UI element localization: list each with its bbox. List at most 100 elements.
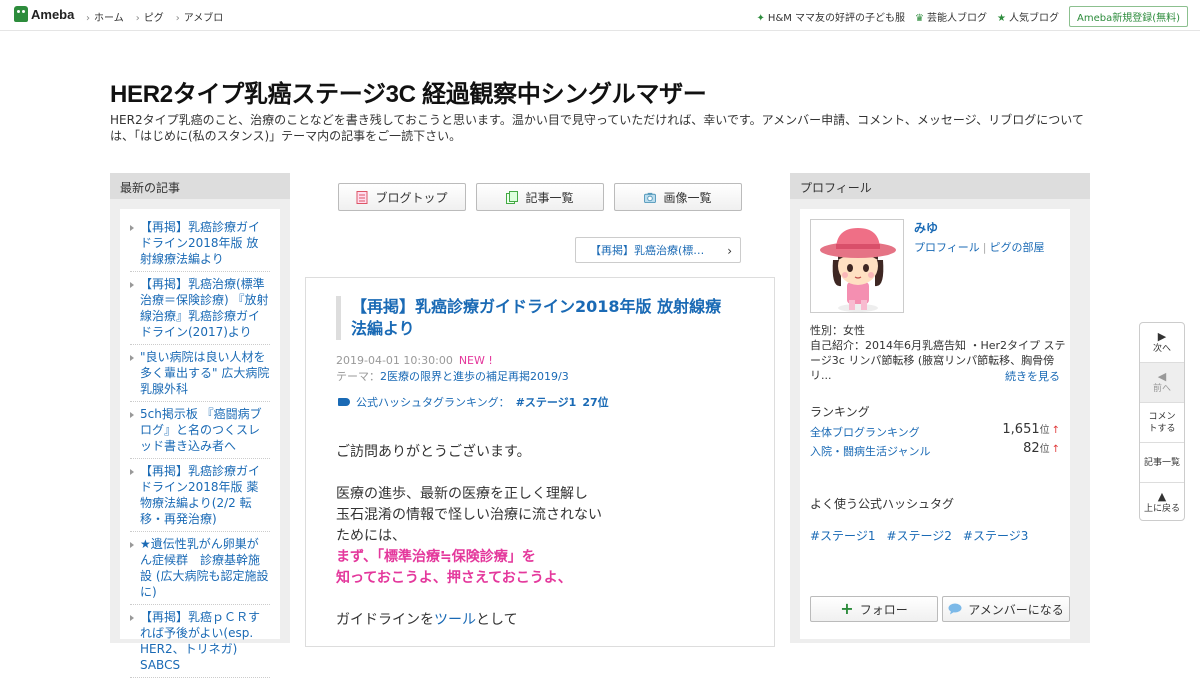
list-item[interactable]: 【再掲】乳癌ｐＣＲすれば予後がよい(esp. HER2、トリネガ) SABCS — [130, 605, 270, 678]
blog-top-button[interactable]: ブログトップ — [338, 183, 466, 211]
next-label: 次へ — [1152, 343, 1171, 354]
ranking-overall-link[interactable]: 全体ブログランキング — [810, 426, 920, 439]
body-line: 玉石混淆の情報で怪しい治療に流されない — [336, 507, 602, 523]
chevron-right-icon: › — [727, 244, 732, 258]
profile-gender: 性別：女性 — [810, 324, 865, 337]
star-icon: ★ — [997, 13, 1006, 24]
entry-date: 2019-04-01 10:30:00 — [336, 354, 453, 367]
profile-heading: プロフィール — [790, 173, 1090, 199]
ranking-value: 1,651位 ↑ — [1002, 421, 1060, 437]
hashtag-link[interactable]: #ステージ1 — [810, 527, 875, 544]
prev-button[interactable]: ◀ 前へ — [1140, 363, 1184, 403]
popular-blog-label: 人気ブログ — [1008, 13, 1059, 24]
nav-home-link[interactable]: ホーム — [86, 9, 124, 24]
celebrity-blog-link[interactable]: ♛ 芸能人ブログ — [915, 9, 987, 24]
list-item[interactable]: 【再掲】乳癌診療ガイドライン2018年版 薬物療法編より(2/2 転移・再発治療… — [130, 459, 270, 532]
global-nav: ホーム ピグ アメブロ — [86, 9, 223, 24]
amember-button[interactable]: アメンバーになる — [942, 596, 1070, 622]
logo-text: Ameba — [31, 6, 75, 22]
rank-up-icon: ↑ — [1051, 444, 1060, 455]
entry-list-nav-label: 記事一覧 — [1143, 457, 1180, 468]
body-line: ご訪問ありがとうございます。 — [336, 444, 531, 460]
recent-entry-link[interactable]: 【再掲】乳癌診療ガイドライン2018年版 放射線療法編より — [140, 220, 260, 266]
hashtag-ranking[interactable]: 公式ハッシュタグランキング： #ステージ1 27位 — [338, 394, 609, 410]
list-item[interactable]: ★遺伝性乳がん卵巣がん症候群 診療基幹施設 (広大病院も認定施設に) — [130, 532, 270, 605]
nav-pig-link[interactable]: ピグ — [136, 9, 164, 24]
separator: | — [982, 241, 987, 254]
camera-icon — [644, 192, 657, 203]
play-icon: ▶ — [1157, 329, 1167, 343]
list-item[interactable]: 5ch掲示板 『癌闘病ブログ』と名のつくスレッド書き込み者へ — [130, 402, 270, 459]
read-more-link[interactable]: 続きを見る — [1005, 368, 1060, 384]
floating-nav: ▶ 次へ ◀ 前へ コメントする 記事一覧 ▲ 上に戻る — [1139, 322, 1185, 521]
follow-button[interactable]: + フォロー — [810, 596, 938, 622]
recent-entry-link[interactable]: 【再掲】乳癌診療ガイドライン2018年版 薬物療法編より(2/2 転移・再発治療… — [140, 464, 260, 526]
entry-list-nav-button[interactable]: 記事一覧 — [1140, 443, 1184, 483]
profile-links: プロフィール | ピグの部屋 — [914, 239, 1045, 255]
entry-article: 【再掲】乳癌診療ガイドライン2018年版 放射線療法編より 2019-04-01… — [305, 277, 775, 647]
ameba-logo[interactable]: Ameba — [14, 6, 74, 22]
recent-entry-link[interactable]: "良い病院は良い人材を多く輩出する" 広大病院乳腺外科 — [140, 350, 269, 396]
back-to-top-button[interactable]: ▲ 上に戻る — [1140, 483, 1184, 520]
image-list-button[interactable]: 画像一覧 — [614, 183, 742, 211]
ranking-genre-link[interactable]: 入院・闘病生活ジャンル — [810, 445, 930, 458]
comment-label: コメントする — [1148, 411, 1176, 434]
list-item[interactable]: 【再掲】乳癌治療(標準治療＝保険診療) 『放射線治療』乳癌診療ガイドライン(20… — [130, 272, 270, 345]
hashtag-link[interactable]: #ステージ3 — [963, 527, 1028, 544]
nav-ameblo-link[interactable]: アメブロ — [176, 9, 224, 24]
hashtag-name: #ステージ1 — [515, 396, 577, 409]
recent-entry-link[interactable]: 【再掲】乳癌治療(標準治療＝保険診療) 『放射線治療』乳癌診療ガイドライン(20… — [140, 277, 269, 339]
hashtag-list: #ステージ1 #ステージ2 #ステージ3 — [810, 527, 1028, 544]
image-list-label: 画像一覧 — [663, 190, 712, 205]
entry-list-button[interactable]: 記事一覧 — [476, 183, 604, 211]
popular-blog-link[interactable]: ★ 人気ブログ — [997, 9, 1059, 24]
up-arrow-icon: ▲ — [1157, 490, 1167, 503]
tool-link[interactable]: ツール — [434, 612, 476, 628]
recent-entries-box: 【再掲】乳癌診療ガイドライン2018年版 放射線療法編より 【再掲】乳癌治療(標… — [120, 209, 280, 678]
plus-icon: + — [840, 599, 854, 618]
blog-title[interactable]: HER2タイプ乳癌ステージ3C 経過観察中シングルマザー — [110, 74, 707, 109]
sparkle-icon: ✦ — [756, 13, 765, 24]
tag-icon — [338, 398, 350, 406]
recent-entry-link[interactable]: ★遺伝性乳がん卵巣がん症候群 診療基幹施設 (広大病院も認定施設に) — [140, 537, 269, 599]
entry-meta: 2019-04-01 10:30:00 NEW ! テーマ：2医療の限界と進歩の補… — [336, 353, 569, 385]
recent-entry-link[interactable]: 【再掲】乳癌ｐＣＲすれば予後がよい(esp. HER2、トリネガ) SABCS — [140, 610, 260, 672]
next-button[interactable]: ▶ 次へ — [1140, 323, 1184, 363]
ranking-title: ランキング — [810, 405, 870, 419]
previous-entry-link[interactable]: 【再掲】乳癌治療(標… › — [575, 237, 741, 263]
follow-label: フォロー — [859, 602, 908, 617]
list-item[interactable]: 【再掲】乳癌診療ガイドライン2018年版 放射線療法編より — [130, 215, 270, 272]
profile-box: みゆ プロフィール | ピグの部屋 性別：女性 自己紹介：2014年6月乳癌告知 ・… — [800, 209, 1070, 639]
recent-entries-heading: 最新の記事 — [110, 173, 290, 199]
body-line: ためには、 — [336, 528, 406, 544]
entry-title[interactable]: 【再掲】乳癌診療ガイドライン2018年版 放射線療法編より — [336, 296, 736, 340]
theme-label: テーマ： — [336, 370, 380, 383]
recent-entry-link[interactable]: 5ch掲示板 『癌闘病ブログ』と名のつくスレッド書き込み者へ — [140, 407, 262, 453]
promo-link[interactable]: ✦ H&M ママ友の好評の子ども服 — [757, 9, 906, 24]
ranking-row: 入院・闘病生活ジャンル 82位 ↑ — [810, 441, 1060, 459]
previous-entry-label: 【再掲】乳癌治療(標… — [590, 244, 705, 257]
recent-entries-panel: 最新の記事 【再掲】乳癌診療ガイドライン2018年版 放射線療法編より 【再掲】… — [110, 173, 290, 678]
blog-description: HER2タイプ乳癌のこと、治療のことなどを書き残しておこうと思います。温かい目で… — [110, 113, 1084, 143]
amember-label: アメンバーになる — [968, 602, 1064, 617]
avatar[interactable] — [810, 219, 904, 313]
pig-room-link[interactable]: ピグの部屋 — [990, 241, 1045, 254]
back-to-top-label: 上に戻る — [1143, 504, 1180, 514]
comment-button[interactable]: コメントする — [1140, 403, 1184, 443]
list-item[interactable]: "良い病院は良い人材を多く輩出する" 広大病院乳腺外科 — [130, 345, 270, 402]
register-button[interactable]: Ameba新規登録(無料) — [1068, 6, 1188, 27]
theme-link[interactable]: 2医療の限界と進歩の補足再掲2019/3 — [380, 370, 569, 383]
ameba-logo-icon — [14, 6, 28, 22]
header-right-links: ✦ H&M ママ友の好評の子ども服 ♛ 芸能人ブログ ★ 人気ブログ Ameba新規登… — [757, 6, 1188, 27]
document-icon — [356, 190, 368, 204]
profile-name[interactable]: みゆ — [914, 219, 938, 236]
entry-list-label: 記事一覧 — [525, 190, 574, 205]
chat-bubble-icon — [948, 603, 962, 615]
body-line: 医療の進歩、最新の医療を正しく理解し — [336, 486, 588, 502]
body-text: ガイドラインを — [336, 612, 434, 628]
promo-link-label: H&M ママ友の好評の子ども服 — [767, 13, 906, 24]
hashtag-link[interactable]: #ステージ2 — [886, 527, 951, 544]
profile-link[interactable]: プロフィール — [914, 241, 980, 254]
